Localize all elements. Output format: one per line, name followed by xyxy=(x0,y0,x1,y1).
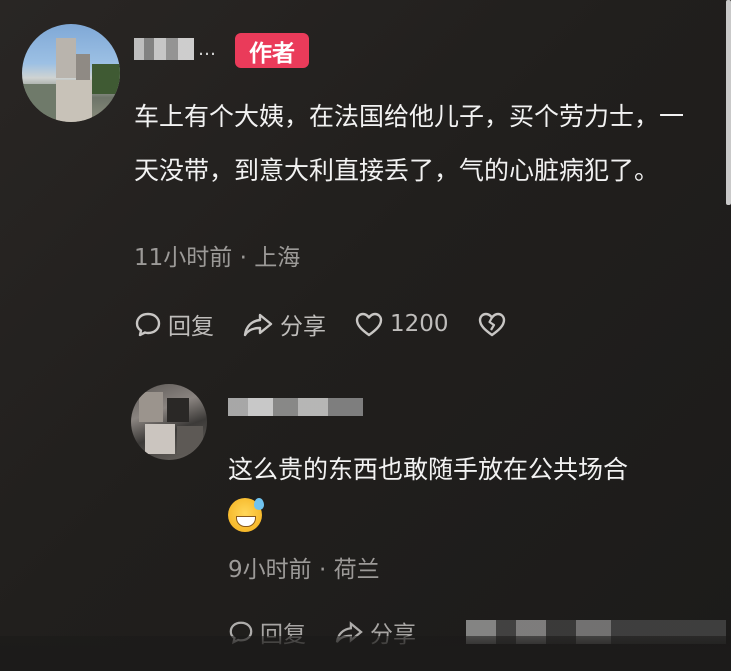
speech-bubble-icon xyxy=(135,312,161,337)
avatar-pixel xyxy=(56,38,76,78)
author-badge: 作者 xyxy=(235,33,309,68)
username-blurred xyxy=(134,38,194,60)
avatar-pixel xyxy=(56,80,92,122)
comment-meta: 11小时前 · 上海 xyxy=(134,238,300,272)
avatar-pixel xyxy=(167,398,189,422)
share-label: 分享 xyxy=(280,314,326,340)
like-button[interactable]: 1200 xyxy=(354,310,449,338)
meta-separator: · xyxy=(318,557,334,583)
scrollbar[interactable] xyxy=(726,0,731,205)
avatar-pixel xyxy=(145,424,175,454)
comment-actions: 回复 分享 1200 xyxy=(134,306,541,342)
meta-separator: · xyxy=(239,245,255,271)
avatar-pixel xyxy=(139,392,163,422)
broken-heart-icon xyxy=(478,312,505,337)
grinning-sweat-emoji-icon xyxy=(228,498,264,532)
reply-label: 回复 xyxy=(168,314,214,340)
reply-username-blurred[interactable] xyxy=(228,398,363,416)
username[interactable]: … xyxy=(134,36,217,62)
bottom-fade xyxy=(0,636,731,671)
comment-text: 车上有个大姨，在法国给他儿子，买个劳力士，一天没带，到意大利直接丢了，气的心脏病… xyxy=(134,102,685,185)
dislike-button[interactable] xyxy=(477,310,513,338)
heart-icon xyxy=(355,312,383,337)
comment-screen: … 作者 车上有个大姨，在法国给他儿子，买个劳力士，一天没带，到意大利直接丢了，… xyxy=(0,0,731,671)
reply-time: 9小时前 xyxy=(228,557,312,583)
share-button[interactable]: 分享 xyxy=(242,307,326,341)
comment-time: 11小时前 xyxy=(134,245,233,271)
avatar-pixel xyxy=(22,84,56,122)
reply-text-content: 这么贵的东西也敢随手放在公共场合 xyxy=(228,455,629,484)
like-count: 1200 xyxy=(390,311,449,337)
reply-meta: 9小时前 · 荷兰 xyxy=(228,550,380,584)
reply-text: 这么贵的东西也敢随手放在公共场合 xyxy=(228,448,708,536)
reply-button[interactable]: 回复 xyxy=(134,307,214,341)
username-ellipsis: … xyxy=(198,38,217,60)
avatar[interactable] xyxy=(22,24,120,122)
avatar-pixel xyxy=(177,426,203,454)
reply-location: 荷兰 xyxy=(333,557,380,583)
comment-location: 上海 xyxy=(254,245,301,271)
avatar-pixel xyxy=(92,64,120,94)
reply-avatar[interactable] xyxy=(131,384,207,460)
avatar-pixel xyxy=(76,54,90,80)
share-arrow-icon xyxy=(243,313,273,337)
